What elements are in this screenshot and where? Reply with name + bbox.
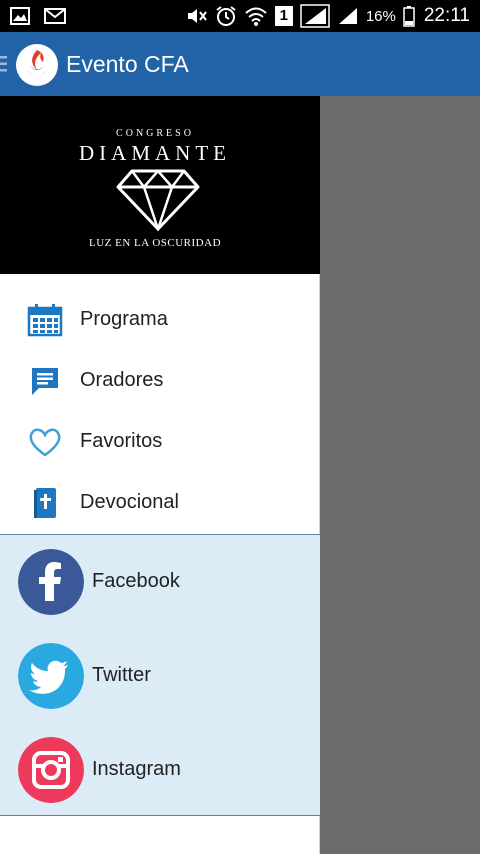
bible-icon [34,488,56,518]
banner-tagline: LUZ EN LA OSCURIDAD [88,237,222,249]
navigation-drawer: CONGRESO DIAMANTE LUZ EN LA OSCURIDAD Pr… [0,96,320,854]
menu-item-programa[interactable]: Programa [0,289,320,350]
social-links: Facebook Twitter Instagram [0,534,320,816]
battery-percent: 16% [365,7,396,25]
menu-item-devocional[interactable]: Devocional [0,472,320,533]
app-bar: Evento CFA [0,32,480,96]
diamond-icon [116,169,200,231]
alarm-icon [216,6,236,26]
menu-item-label: Favoritos [80,430,163,452]
image-icon [10,7,30,25]
drawer-scrim[interactable] [320,96,480,854]
drawer-banner: CONGRESO DIAMANTE LUZ EN LA OSCURIDAD [0,96,320,274]
facebook-icon [18,549,84,615]
signal-icon [300,4,330,28]
app-logo[interactable] [16,44,58,86]
mute-icon [187,9,207,23]
mail-icon [44,8,66,24]
banner-subtitle: CONGRESO [116,128,194,139]
menu-item-label: Devocional [80,491,179,513]
social-item-label: Instagram [92,758,181,780]
status-bar: 1 16% 22:11 [0,0,480,32]
clock: 22:11 [423,5,470,26]
instagram-icon [18,737,84,803]
app-title: Evento CFA [66,51,189,77]
drawer-menu: Programa Oradores Favoritos Devocional [0,289,320,533]
twitter-icon [18,643,84,709]
menu-item-label: Programa [80,308,168,330]
social-item-label: Facebook [92,570,180,592]
heart-icon [29,428,61,457]
menu-item-favoritos[interactable]: Favoritos [0,411,320,472]
menu-item-oradores[interactable]: Oradores [0,350,320,411]
social-item-instagram[interactable]: Instagram [0,723,320,817]
social-item-facebook[interactable]: Facebook [0,535,320,629]
sim-slot-badge: 1 [274,6,293,26]
social-item-label: Twitter [92,664,151,686]
battery-icon [403,6,415,27]
menu-item-label: Oradores [80,369,164,391]
signal-icon [338,8,357,24]
wifi-icon [245,7,267,26]
chat-icon [32,368,58,395]
calendar-icon [27,304,63,337]
menu-icon[interactable] [0,54,7,74]
social-item-twitter[interactable]: Twitter [0,629,320,723]
banner-title: DIAMANTE [79,141,231,165]
